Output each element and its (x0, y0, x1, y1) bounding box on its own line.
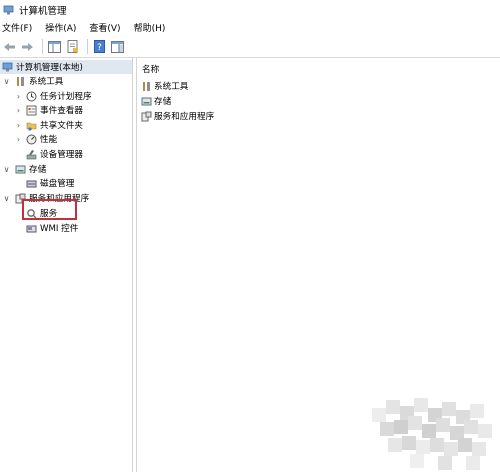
tree-label: 任务计划程序 (40, 92, 92, 102)
computer-management-icon (3, 5, 14, 16)
menu-file[interactable]: 文件(F) (2, 21, 32, 34)
storage-icon (141, 96, 152, 107)
chevron-right-icon[interactable]: › (14, 121, 23, 130)
menu-view[interactable]: 查看(V) (89, 21, 120, 34)
tree-item-task-scheduler[interactable]: › 任务计划程序 (14, 89, 92, 103)
chevron-right-icon[interactable]: › (14, 92, 23, 101)
list-item-storage[interactable]: 存储 (141, 94, 171, 108)
tree-item-storage[interactable]: ∨ 存储 (2, 162, 47, 176)
list-item-system-tools[interactable]: 系统工具 (141, 79, 188, 93)
svg-text:?: ? (97, 43, 102, 53)
tools-icon (141, 81, 152, 92)
list-item-label: 服务和应用程序 (154, 112, 215, 122)
tree-label: 系统工具 (29, 77, 64, 87)
tree-item-computer-management[interactable]: 计算机管理(本地) (0, 60, 132, 74)
menu-help[interactable]: 帮助(H) (134, 21, 166, 34)
tree-item-shared-folders[interactable]: › 共享文件夹 (14, 118, 83, 132)
title-bar: 计算机管理 (0, 0, 500, 20)
chevron-down-icon[interactable]: ∨ (2, 77, 11, 86)
forward-arrow-icon[interactable] (20, 39, 35, 54)
storage-icon (15, 164, 26, 175)
performance-icon (26, 134, 37, 145)
services-applications-icon (141, 111, 152, 122)
list-item-services-and-applications[interactable]: 服务和应用程序 (141, 109, 214, 123)
toolbar: ? (0, 36, 500, 58)
list-item-label: 系统工具 (154, 82, 189, 92)
tree-item-performance[interactable]: › 性能 (14, 132, 57, 146)
tree-label: 事件查看器 (40, 106, 83, 116)
list-item-label: 存储 (154, 97, 172, 107)
show-hide-tree-icon[interactable] (47, 39, 62, 54)
chevron-right-icon[interactable]: › (14, 106, 23, 115)
tree-label: WMI 控件 (40, 224, 79, 234)
chevron-right-icon[interactable]: › (14, 135, 23, 144)
toolbar-separator (42, 39, 43, 54)
tools-icon (15, 76, 26, 87)
disk-management-icon (26, 178, 37, 189)
toolbar-separator (87, 39, 88, 54)
window-title: 计算机管理 (19, 6, 67, 17)
tree-label: 磁盘管理 (40, 179, 75, 189)
menu-action[interactable]: 操作(A) (45, 21, 76, 34)
console-tree-icon[interactable] (110, 39, 125, 54)
event-viewer-icon (26, 105, 37, 116)
highlight-annotation (22, 199, 77, 220)
wmi-icon (26, 223, 37, 234)
tree-label: 存储 (29, 165, 47, 175)
tree-item-system-tools[interactable]: ∨ 系统工具 (2, 74, 63, 88)
device-manager-icon (26, 149, 37, 160)
tree-item-event-viewer[interactable]: › 事件查看器 (14, 103, 83, 117)
watermark-mosaic (372, 398, 492, 470)
back-arrow-icon[interactable] (2, 39, 17, 54)
tree-item-device-manager[interactable]: 设备管理器 (23, 147, 83, 161)
tree-label: 设备管理器 (40, 150, 83, 160)
properties-icon[interactable] (65, 39, 80, 54)
clock-icon (26, 91, 37, 102)
shared-folder-icon (26, 120, 37, 131)
chevron-down-icon[interactable]: ∨ (2, 165, 11, 174)
tree-label: 性能 (40, 135, 58, 145)
tree-label: 计算机管理(本地) (16, 63, 83, 73)
help-icon[interactable]: ? (92, 39, 107, 54)
column-header-name[interactable]: 名称 (142, 63, 159, 75)
chevron-down-icon[interactable]: ∨ (2, 194, 11, 203)
tree-item-wmi-control[interactable]: WMI 控件 (23, 221, 78, 235)
menu-bar: 文件(F) 操作(A) 查看(V) 帮助(H) (0, 20, 500, 35)
computer-management-icon (2, 62, 13, 73)
tree-label: 共享文件夹 (40, 121, 83, 131)
tree-item-disk-management[interactable]: 磁盘管理 (23, 176, 74, 190)
